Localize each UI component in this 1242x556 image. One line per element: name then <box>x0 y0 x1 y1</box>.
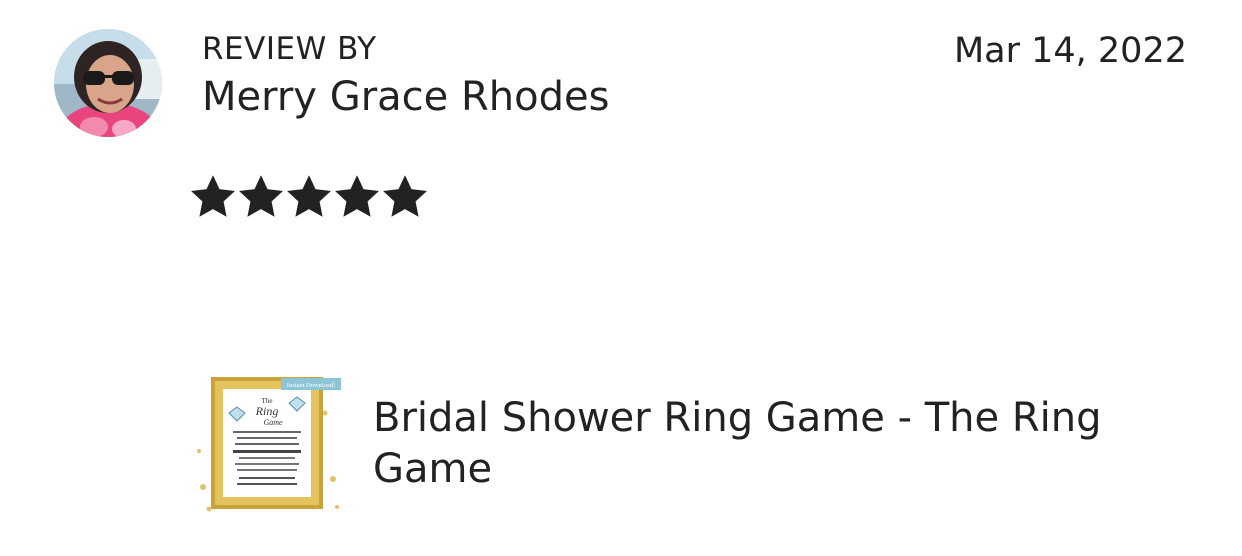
reviewer-name[interactable]: Merry Grace Rhodes <box>202 73 609 121</box>
thumbnail-heading-line3: Game <box>263 418 283 427</box>
reviewer-avatar[interactable] <box>54 29 162 137</box>
star-icon <box>383 175 427 217</box>
review-date: Mar 14, 2022 <box>953 31 1187 71</box>
star-icon <box>191 175 235 217</box>
product-title-link[interactable]: Bridal Shower Ring Game - The Ring Game <box>373 393 1193 495</box>
product-thumbnail[interactable]: Instant Download! The Ring Game <box>193 369 343 519</box>
product-thumbnail-image: Instant Download! The Ring Game <box>193 369 343 519</box>
thumbnail-heading-line2: Ring <box>255 404 279 418</box>
star-icon <box>287 175 331 217</box>
avatar-photo <box>54 29 162 137</box>
review-by-label: REVIEW BY <box>202 31 377 67</box>
star-icon <box>239 175 283 217</box>
star-rating <box>190 174 428 220</box>
star-icon <box>335 175 379 217</box>
thumbnail-banner-text: Instant Download! <box>287 382 336 389</box>
